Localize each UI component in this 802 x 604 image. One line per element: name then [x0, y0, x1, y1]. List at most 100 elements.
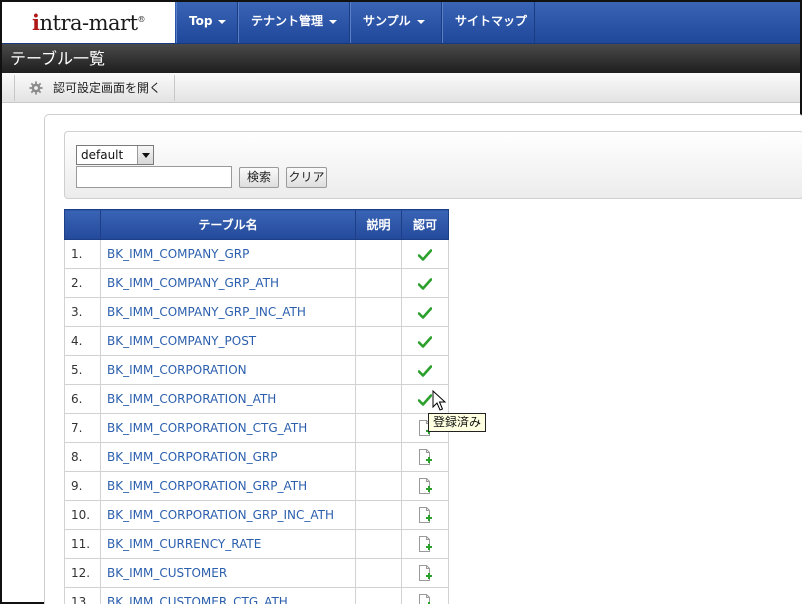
nav-sample-label: サンプル: [363, 14, 411, 28]
row-description: [355, 558, 402, 588]
schema-select-value: default: [81, 148, 124, 162]
mouse-cursor-icon: [432, 390, 446, 411]
table-row: 5. BK_IMM_CORPORATION: [64, 355, 449, 385]
row-description: [355, 500, 402, 530]
chevron-down-icon[interactable]: [137, 146, 153, 164]
row-number: 13.: [64, 587, 101, 604]
add-document-icon: [419, 536, 432, 552]
nav-tenant-management-label: テナント管理: [251, 14, 324, 28]
table-row: 1. BK_IMM_COMPANY_GRP: [64, 239, 449, 269]
table-row: 8. BK_IMM_CORPORATION_GRP: [64, 442, 449, 472]
logo-text: intra-mart®: [32, 10, 146, 35]
check-icon: [418, 335, 432, 348]
table-name-link[interactable]: BK_IMM_CORPORATION_GRP_ATH: [100, 471, 356, 501]
row-description: [355, 471, 402, 501]
check-icon: [418, 306, 432, 319]
table-row: 10. BK_IMM_CORPORATION_GRP_INC_ATH: [64, 500, 449, 530]
permission-cell[interactable]: [401, 355, 449, 385]
table-row: 6. BK_IMM_CORPORATION_ATH: [64, 384, 449, 414]
check-icon: [418, 393, 432, 406]
chevron-down-icon: [218, 19, 227, 24]
table-name-link[interactable]: BK_IMM_COMPANY_POST: [100, 326, 356, 356]
check-icon: [418, 248, 432, 261]
row-description: [355, 297, 402, 327]
header-table-name[interactable]: テーブル名: [100, 209, 356, 240]
status-tooltip: 登録済み: [428, 413, 487, 432]
table-row: 11. BK_IMM_CURRENCY_RATE: [64, 529, 449, 559]
open-auth-settings-button[interactable]: 認可設定画面を開く: [14, 75, 175, 101]
permission-cell[interactable]: [401, 268, 449, 298]
row-number: 12.: [64, 558, 101, 588]
header-number: [64, 209, 101, 240]
row-description: [355, 529, 402, 559]
permission-cell[interactable]: [401, 587, 449, 604]
page-title: テーブル一覧: [2, 44, 800, 73]
table-row: 9. BK_IMM_CORPORATION_GRP_ATH: [64, 471, 449, 501]
table-name-link[interactable]: BK_IMM_CUSTOMER_CTG_ATH: [100, 587, 356, 604]
row-number: 2.: [64, 268, 101, 298]
row-number: 11.: [64, 529, 101, 559]
add-document-icon: [419, 565, 432, 581]
row-number: 6.: [64, 384, 101, 414]
header-permission[interactable]: 認可: [401, 209, 449, 240]
row-description: [355, 442, 402, 472]
top-navigation-bar: intra-mart® Top テナント管理 サンプル サイトマップ: [2, 2, 800, 44]
schema-select[interactable]: default: [76, 145, 154, 165]
table-name-link[interactable]: BK_IMM_COMPANY_GRP: [100, 239, 356, 269]
nav-top-label: Top: [189, 14, 213, 28]
row-number: 4.: [64, 326, 101, 356]
table-name-link[interactable]: BK_IMM_CUSTOMER: [100, 558, 356, 588]
table-name-link[interactable]: BK_IMM_CURRENCY_RATE: [100, 529, 356, 559]
permission-cell[interactable]: [401, 239, 449, 269]
search-button[interactable]: 検索: [239, 167, 279, 188]
clear-button[interactable]: クリア: [286, 167, 327, 188]
permission-cell[interactable]: [401, 442, 449, 472]
chevron-down-icon: [416, 19, 425, 24]
table-list: テーブル名 説明 認可 1. BK_IMM_COMPANY_GRP 2. BK_IMM…: [64, 209, 449, 604]
permission-cell[interactable]: [401, 529, 449, 559]
row-description: [355, 355, 402, 385]
row-description: [355, 413, 402, 443]
nav-tenant-management[interactable]: テナント管理: [238, 2, 350, 43]
row-description: [355, 326, 402, 356]
add-document-icon: [419, 507, 432, 523]
permission-cell[interactable]: [401, 326, 449, 356]
nav-sample[interactable]: サンプル: [350, 2, 442, 43]
permission-cell[interactable]: [401, 297, 449, 327]
check-icon: [418, 277, 432, 290]
table-name-link[interactable]: BK_IMM_COMPANY_GRP_ATH: [100, 268, 356, 298]
row-description: [355, 268, 402, 298]
table-name-link[interactable]: BK_IMM_CORPORATION_GRP_INC_ATH: [100, 500, 356, 530]
row-description: [355, 587, 402, 604]
row-number: 9.: [64, 471, 101, 501]
header-description[interactable]: 説明: [355, 209, 402, 240]
permission-cell[interactable]: [401, 471, 449, 501]
row-number: 1.: [64, 239, 101, 269]
table-name-link[interactable]: BK_IMM_CORPORATION: [100, 355, 356, 385]
chevron-down-icon: [329, 19, 338, 24]
nav-sitemap[interactable]: サイトマップ: [442, 2, 535, 43]
table-name-link[interactable]: BK_IMM_CORPORATION_GRP: [100, 442, 356, 472]
permission-cell[interactable]: [401, 500, 449, 530]
open-auth-settings-label: 認可設定画面を開く: [53, 81, 162, 95]
table-name-link[interactable]: BK_IMM_CORPORATION_CTG_ATH: [100, 413, 356, 443]
gear-icon: [29, 81, 43, 95]
table-name-link[interactable]: BK_IMM_CORPORATION_ATH: [100, 384, 356, 414]
row-number: 7.: [64, 413, 101, 443]
nav-sitemap-label: サイトマップ: [455, 14, 528, 28]
row-number: 5.: [64, 355, 101, 385]
intra-mart-logo[interactable]: intra-mart®: [2, 2, 175, 43]
add-document-icon: [419, 449, 432, 465]
table-row: 13. BK_IMM_CUSTOMER_CTG_ATH: [64, 587, 449, 604]
table-row: 2. BK_IMM_COMPANY_GRP_ATH: [64, 268, 449, 298]
table-row: 4. BK_IMM_COMPANY_POST: [64, 326, 449, 356]
table-name-link[interactable]: BK_IMM_COMPANY_GRP_INC_ATH: [100, 297, 356, 327]
search-panel: [64, 131, 802, 199]
search-input[interactable]: [76, 166, 232, 188]
permission-cell[interactable]: [401, 558, 449, 588]
add-document-icon: [419, 594, 430, 604]
table-row: 12. BK_IMM_CUSTOMER: [64, 558, 449, 588]
nav-top[interactable]: Top: [176, 2, 238, 43]
row-description: [355, 384, 402, 414]
row-number: 8.: [64, 442, 101, 472]
